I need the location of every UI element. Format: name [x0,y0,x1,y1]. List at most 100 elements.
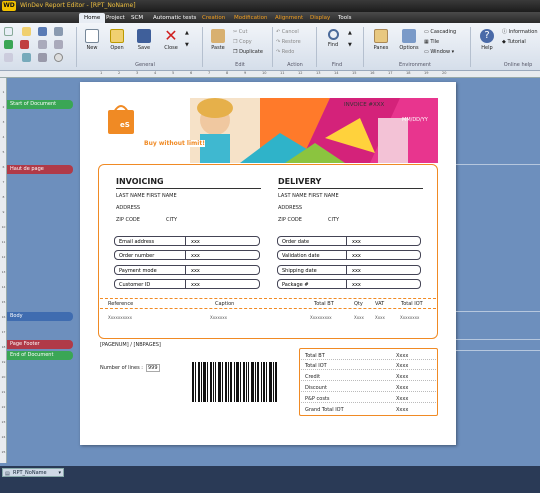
tab-automatic-tests[interactable]: Automatic tests [153,13,196,23]
field-email[interactable]: Email address xxx [114,236,260,246]
slogan: Buy without limit! [144,140,205,147]
new-doc-icon[interactable] [4,27,13,36]
field-order-number[interactable]: Order number xxx [114,250,260,260]
band-page-footer[interactable]: Page Footer [7,340,73,349]
paste-icon [211,29,225,43]
col-total-bt: Total BT [314,301,334,307]
table-row[interactable]: Xxxxxxxxxx Xxxxxxx Xxxxxxxxx Xxxx Xxxx X… [100,313,436,323]
panes-icon [374,29,388,43]
duplicate-item[interactable]: ❐ Duplicate [233,48,263,56]
help-icon: ? [480,29,494,43]
copy-item[interactable]: ❐ Copy [233,38,252,46]
tile-item[interactable]: ▦ Tile [424,38,439,46]
document-tab[interactable]: ▤ RPT_NoName ▾ [2,468,64,477]
find-up-icon[interactable]: ▲ [348,29,352,37]
tab-tools[interactable]: Tools [338,13,352,23]
delivery-name: LAST NAME FIRST NAME [278,193,339,199]
total-row-credit: Credit Xxxx [301,372,436,381]
invoicing-zip: ZIP CODE [116,217,140,223]
tab-creation[interactable]: Creation [202,13,225,23]
status-bar: ▤ RPT_NoName ▾ [0,466,540,493]
title-bar: WD WinDev Report Editor - [RPT_NoName] [0,0,540,12]
page-number: [PAGENUM] / [NBPAGES] [100,342,161,348]
paste-button[interactable]: Paste [205,27,231,61]
close-icon: ✕ [164,26,178,45]
tab-modification[interactable]: Modification [234,13,268,23]
group-edit-label: Edit [235,62,245,68]
cut-item[interactable]: ✂ Cut [233,28,247,36]
find-button[interactable]: Find [320,27,346,61]
group-environment-label: Environment [399,62,431,68]
close-button[interactable]: ✕ Close [158,27,184,61]
band-page-header[interactable]: Haut de page [7,165,73,174]
magnifier-icon [327,29,339,40]
save-button[interactable]: Save [131,27,157,61]
tab-home[interactable]: Home [79,13,106,23]
information-item[interactable]: ⓘ Information [502,28,538,36]
new-button[interactable]: New [79,27,105,61]
field-order-date[interactable]: Order date xxx [277,236,421,246]
windev-logo: WD [2,1,16,11]
open-icon [110,29,124,43]
zoom-icon[interactable] [22,53,31,62]
open-button[interactable]: Open [104,27,130,61]
help-button[interactable]: ? Help [474,27,500,61]
redo-small-icon[interactable] [54,40,63,49]
undo-icon[interactable] [38,40,47,49]
total-row-discount: Discount Xxxx [301,383,436,392]
col-vat: VAT [375,301,385,307]
cascading-item[interactable]: ▭ Cascading [424,28,456,36]
tab-alignment[interactable]: Alignment [275,13,303,23]
total-row-iot: Total IOT Xxxx [301,361,436,370]
field-validation-date[interactable]: Validation date xxx [277,250,421,260]
stop-icon[interactable] [20,40,29,49]
field-package-number[interactable]: Package # xxx [277,279,421,289]
redo-item[interactable]: ↷ Redo [276,48,294,56]
clock-icon[interactable] [54,53,63,62]
lines-value: 999 [146,364,160,372]
arrow-down-icon[interactable]: ▼ [185,41,189,49]
go-icon[interactable] [4,40,13,49]
vertical-ruler: 1 2 3 4 5 6 7 8 9 10 11 12 13 14 15 16 1… [0,78,7,463]
group-online-help-label: Online help [503,62,533,68]
invoicing-title: INVOICING [116,177,164,186]
report-icon: ▤ [5,471,10,477]
total-row-bt: Total BT Xxxx [301,351,436,360]
tutorial-item[interactable]: ◆ Tutorial [502,38,526,46]
group-action-label: Action [287,62,303,68]
field-payment-mode[interactable]: Payment mode xxx [114,265,260,275]
report-banner: eS Buy without limit! INVOICE #XXX MM/DD… [100,98,438,163]
field-customer-id[interactable]: Customer ID xxx [114,279,260,289]
tab-dropdown-icon[interactable]: ▾ [58,469,61,477]
save-small-icon[interactable] [38,27,47,36]
folder-icon[interactable] [22,27,31,36]
invoicing-address: ADDRESS [116,205,141,211]
abc-icon[interactable] [4,53,13,62]
tab-project[interactable]: Project [106,13,125,23]
print-icon[interactable] [54,27,63,36]
band-start-document[interactable]: Start of Document [7,100,73,109]
tab-scm[interactable]: SCM [131,13,143,23]
restore-item[interactable]: ↷ Restore [276,38,301,46]
window-item[interactable]: ▭ Window ▾ [424,48,454,56]
barcode-image [192,362,277,402]
col-total-iot: Total IOT [401,301,423,307]
group-general-label: General [135,62,155,68]
total-row-grand: Grand Total IOT Xxxx [305,407,409,413]
total-row-pp: P&P costs Xxxx [301,394,436,403]
new-icon [85,29,99,43]
field-shipping-date[interactable]: Shipping date xxx [277,265,421,275]
options-button[interactable]: Options [396,27,422,61]
band-body[interactable]: Body [7,312,73,321]
table-header: Reference Caption Total BT Qty VAT Total… [100,298,436,309]
panes-button[interactable]: Panes [368,27,394,61]
tools-icon[interactable] [38,53,47,62]
arrow-up-icon[interactable]: ▲ [185,29,189,37]
tab-display[interactable]: Display [310,13,330,23]
cancel-item[interactable]: ↶ Cancel [276,28,299,36]
barcode [192,362,278,402]
find-down-icon[interactable]: ▼ [348,41,352,49]
delivery-zip: ZIP CODE [278,217,302,223]
banner-image [100,98,438,163]
band-end-document[interactable]: End of Document [7,351,73,360]
